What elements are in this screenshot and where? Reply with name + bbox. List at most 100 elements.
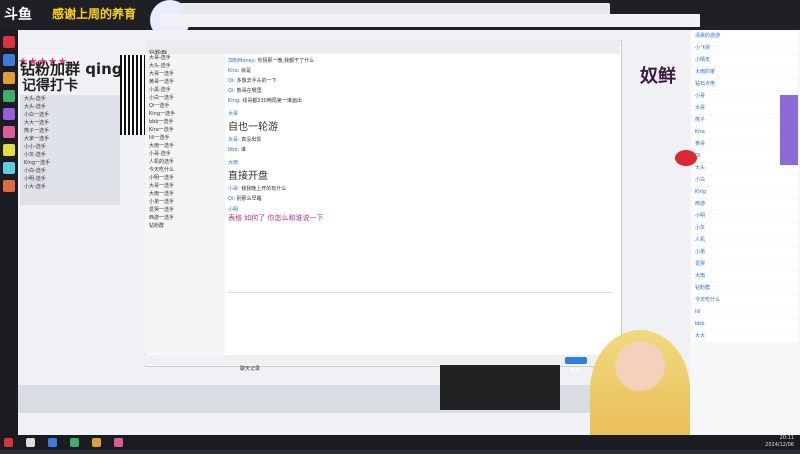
message: Qi: 熊哥在哪里: [228, 88, 262, 94]
message-nick[interactable]: 大雨: [228, 160, 238, 166]
contact-item[interactable]: 大哥一选手: [145, 70, 225, 78]
home-icon[interactable]: [3, 36, 15, 48]
message-nick[interactable]: bbb: [228, 147, 238, 153]
message: King: 线哥都330两局第一谁画出: [228, 98, 302, 104]
clock-time: 20:11: [779, 435, 794, 441]
danmaku-item[interactable]: 小灰: [692, 223, 798, 234]
contact-item[interactable]: 大雨一选手: [145, 142, 225, 150]
message-nick[interactable]: 大哥: [228, 111, 238, 117]
heart-icon[interactable]: [3, 126, 15, 138]
danmaku-item[interactable]: 小飞侠: [692, 43, 798, 54]
qr-code: [120, 55, 148, 135]
danmaku-item[interactable]: 大雨的家: [692, 67, 798, 78]
contact-item[interactable]: King一选手: [145, 110, 225, 118]
contact-item[interactable]: 人机的选手: [145, 158, 225, 166]
search-icon[interactable]: [26, 438, 36, 447]
chat-history-link[interactable]: 聊天记录: [145, 366, 260, 372]
contact-item[interactable]: 小黑-选手: [145, 86, 225, 94]
message-nick[interactable]: 大哥: [228, 137, 238, 143]
contact-item[interactable]: bbb一选手: [145, 118, 225, 126]
overlay-list: 大头-选手 大头-选手 小白一选手 大大一选手 熊子一选手 大家一选手 小小-选…: [20, 95, 120, 205]
send-button[interactable]: 发送: [565, 357, 587, 374]
star-icon[interactable]: [3, 108, 15, 120]
danmaku-item[interactable]: 人机: [692, 235, 798, 246]
list-item: 大大一选手: [24, 120, 50, 126]
browser-icon[interactable]: [48, 438, 58, 447]
contact-item[interactable]: 大雨一选手: [145, 190, 225, 198]
danmaku-item[interactable]: 今天吃什么: [692, 295, 798, 306]
contact-item[interactable]: 小明一选手: [145, 174, 225, 182]
list-item: 大家一选手: [24, 136, 50, 142]
list-item: 熊子一选手: [24, 128, 50, 134]
message-text: 你猜那一晚,我都干了什么: [257, 58, 315, 64]
message-nick[interactable]: Kira: [228, 68, 238, 74]
bolt-icon[interactable]: [3, 144, 15, 156]
message: Qi: 多像去手头的一下: [228, 78, 277, 84]
vtuber-avatar: [590, 330, 690, 450]
address-bar[interactable]: [160, 14, 700, 27]
gift-icon[interactable]: [3, 72, 15, 84]
contact-item[interactable]: 大哥-选手: [145, 54, 225, 62]
danmaku-item[interactable]: lili: [692, 307, 798, 318]
contact-item[interactable]: 钻粉群: [145, 222, 225, 230]
message-text: 直接开盘: [228, 171, 268, 182]
vtuber-logo: 奴鲜: [640, 66, 676, 87]
danmaku-item[interactable]: 小白: [692, 175, 798, 186]
list-item: 小明-选手: [24, 176, 46, 182]
danmaku-item[interactable]: 大大: [692, 331, 798, 342]
follow-icon[interactable]: [3, 54, 15, 66]
contact-item[interactable]: 爱哭一选手: [145, 206, 225, 214]
contact-item[interactable]: lili一选手: [145, 134, 225, 142]
folder-icon[interactable]: [92, 438, 102, 447]
chat-icon[interactable]: [3, 162, 15, 174]
game-icon[interactable]: [3, 90, 15, 102]
message-nick[interactable]: 小明: [228, 207, 238, 213]
message-nick[interactable]: Qi: [228, 88, 233, 94]
danmaku-item[interactable]: 爱哭: [692, 259, 798, 270]
message-text: 我我晚上开的有什么: [241, 186, 287, 192]
chat-window-header: 钻粉群: [145, 40, 620, 57]
message-text: 多像去手头的一下: [236, 78, 277, 84]
weibo-icon: [675, 150, 697, 166]
danmaku-item[interactable]: King: [692, 187, 798, 198]
message-nick[interactable]: Qi: [228, 196, 233, 202]
wechat-icon[interactable]: [70, 438, 80, 447]
contact-item[interactable]: 今天吃什么: [145, 166, 225, 174]
danmaku-item[interactable]: 钻粉群: [692, 283, 798, 294]
list-item: 小灰-选手: [24, 152, 46, 158]
contact-item[interactable]: 小弟一选手: [145, 198, 225, 206]
contact-item[interactable]: 黄哥一选手: [145, 78, 225, 86]
contact-item[interactable]: 大哥一选手: [145, 182, 225, 190]
contact-item[interactable]: Qi一选手: [145, 102, 225, 110]
contact-item[interactable]: 西游一选手: [145, 214, 225, 222]
list-item: 大头-选手: [24, 104, 46, 110]
danmaku-item[interactable]: 大雨: [692, 271, 798, 282]
start-icon[interactable]: [4, 438, 13, 447]
message-text: 真没出现: [241, 137, 262, 143]
message-nick[interactable]: 小哥: [228, 186, 238, 192]
contact-item[interactable]: Kira一选手: [145, 126, 225, 134]
danmaku-item[interactable]: bbb: [692, 319, 798, 330]
danmaku-item[interactable]: 清晨的游游: [692, 31, 798, 42]
message-text: 别那么早睡: [236, 196, 262, 202]
app-icon[interactable]: [114, 438, 124, 447]
danmaku-item[interactable]: 小弟: [692, 247, 798, 258]
contact-item[interactable]: 小哥-选手: [145, 150, 225, 158]
message-nick[interactable]: Qi: [228, 78, 233, 84]
danmaku-item[interactable]: 小明: [692, 211, 798, 222]
list-item: 大头-选手: [24, 96, 46, 102]
message-input[interactable]: [228, 292, 613, 353]
danmaku-item[interactable]: 西游: [692, 199, 798, 210]
message-nick[interactable]: 加粉Money: [228, 58, 254, 64]
clock-date: 2024/12/06: [765, 442, 794, 448]
fire-icon[interactable]: [3, 180, 15, 192]
danmaku-item[interactable]: 小晴天: [692, 55, 798, 66]
taskbar: 20:11 2024/12/06: [0, 435, 800, 450]
message: 小明 表格 如何了 你怎么和谁说一下: [228, 205, 613, 223]
message-nick[interactable]: King: [228, 98, 239, 104]
contact-item[interactable]: 大头-选手: [145, 62, 225, 70]
contact-item[interactable]: 小白一选手: [145, 94, 225, 102]
danmaku-item[interactable]: 钻石大佬: [692, 79, 798, 90]
chat-toolbar: 聊天记录: [145, 355, 620, 372]
side-banner: [780, 95, 798, 165]
